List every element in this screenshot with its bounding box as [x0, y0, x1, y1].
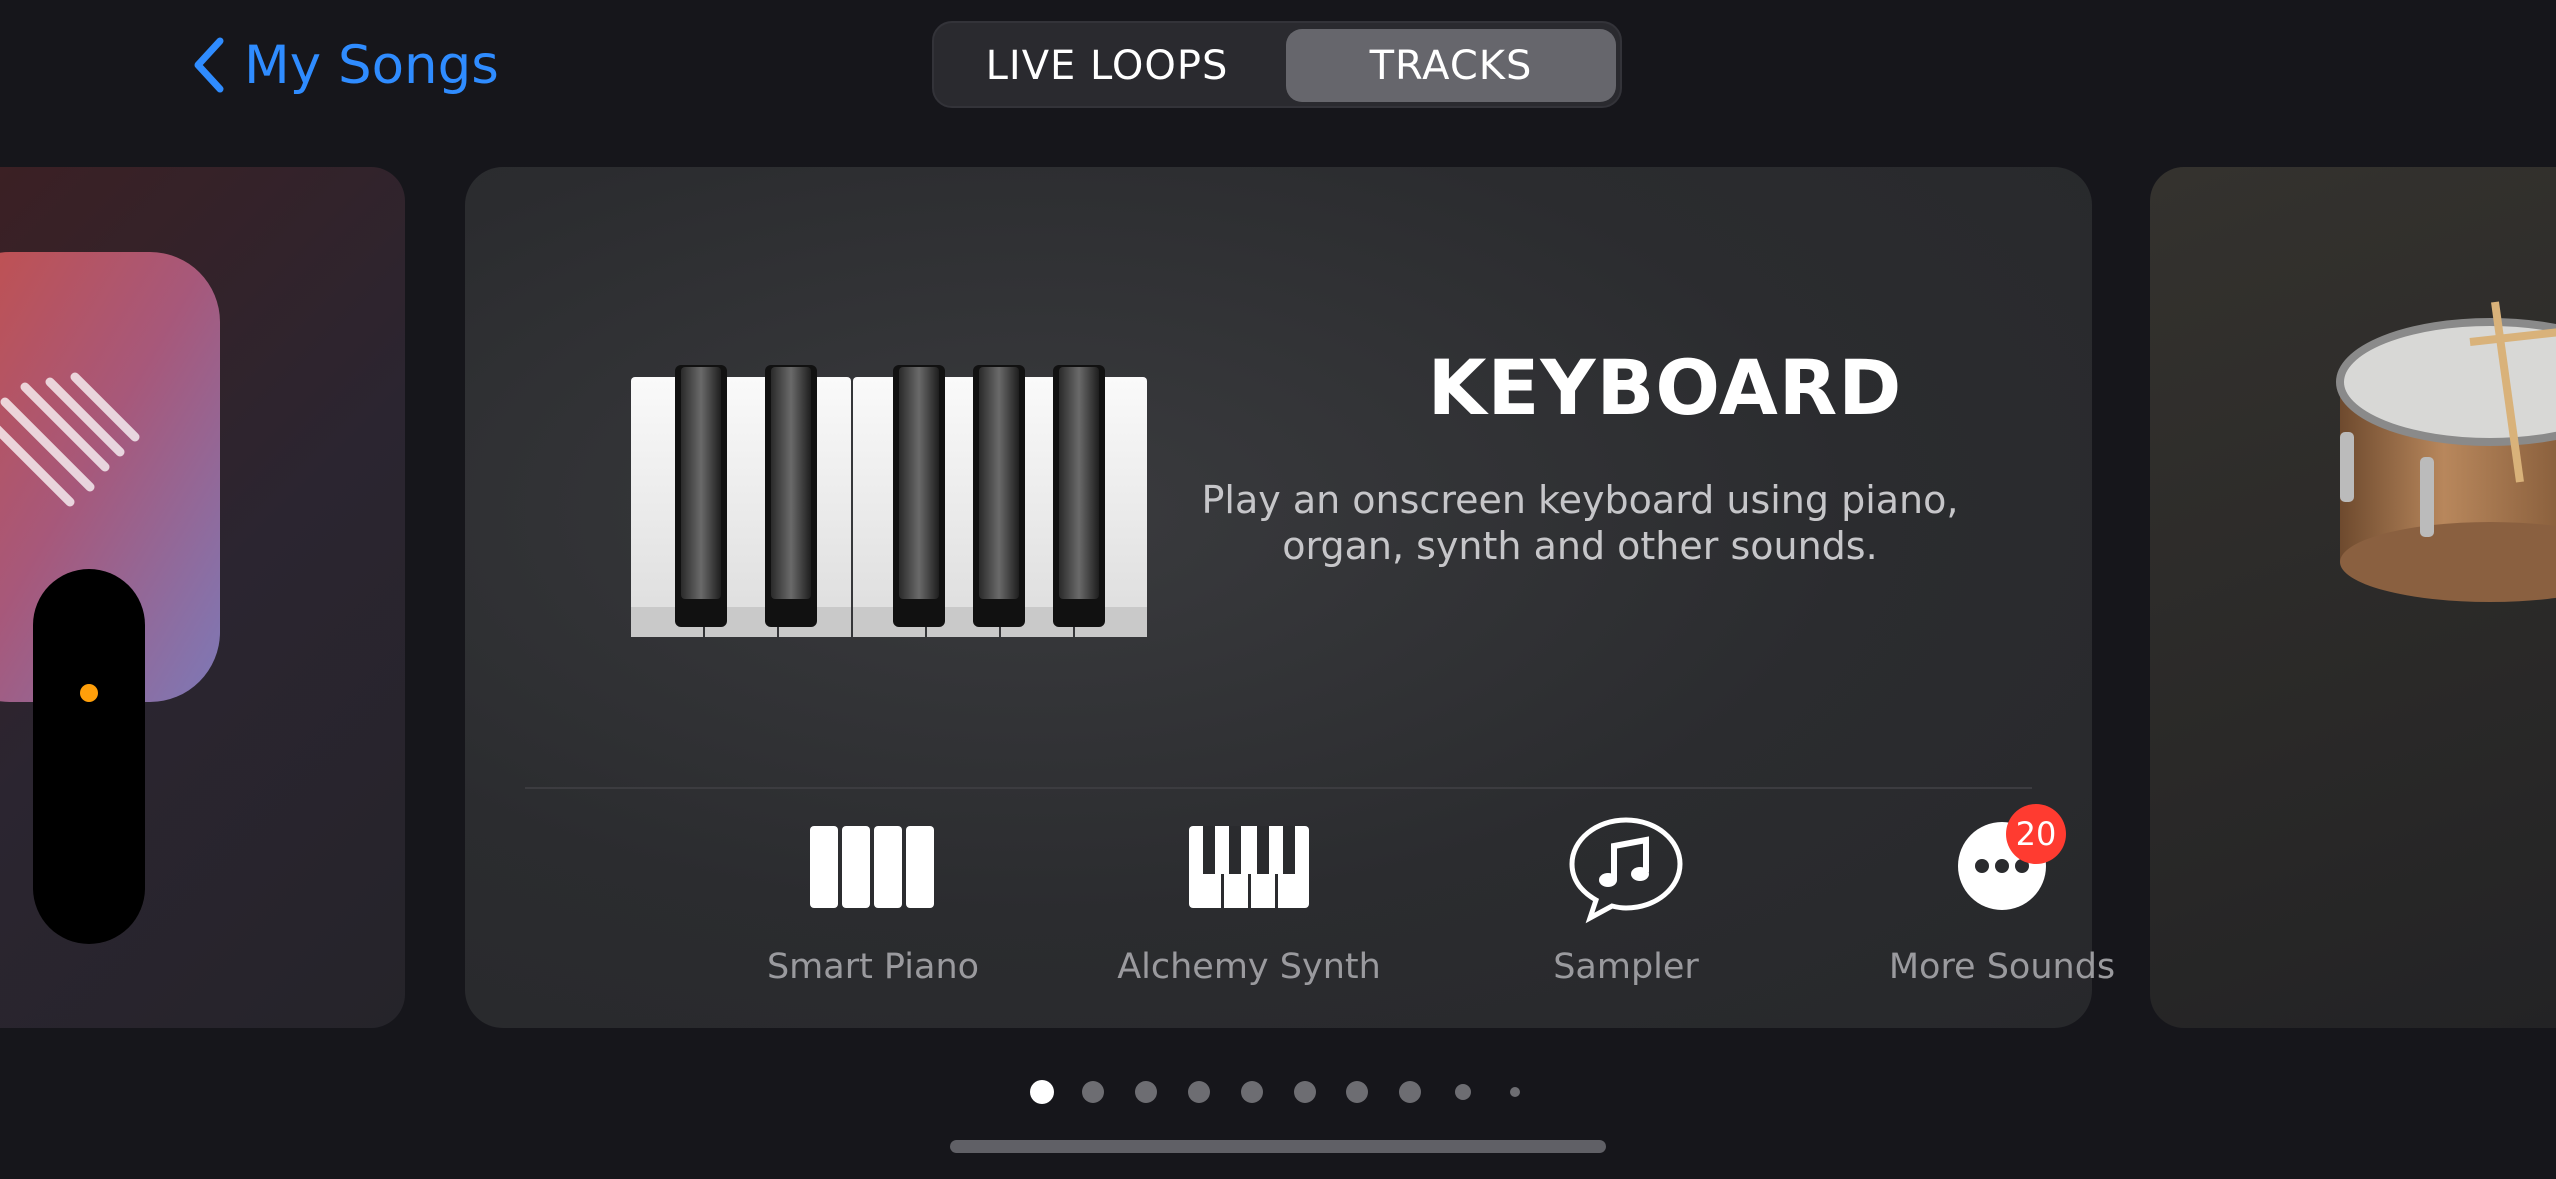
recording-indicator [33, 569, 145, 944]
recording-dot-icon [80, 684, 98, 702]
instrument-label: More Sounds [1888, 947, 2116, 987]
back-button-label: My Songs [244, 34, 499, 96]
tab-tracks[interactable]: TRACKS [1286, 29, 1616, 102]
tab-live-loops[interactable]: LIVE LOOPS [942, 29, 1272, 102]
instrument-card-keyboard[interactable]: KEYBOARD Play an onscreen keyboard using… [465, 167, 2115, 1028]
instrument-card-previous[interactable] [0, 167, 405, 1028]
back-button[interactable]: My Songs [190, 30, 499, 100]
instrument-label: Alchemy Synth [1117, 947, 1381, 987]
page-dot[interactable] [1346, 1081, 1368, 1103]
chevron-left-icon [194, 37, 224, 93]
instrument-label: Sampler [1553, 947, 1699, 987]
instrument-alchemy-synth[interactable]: Alchemy Synth [1089, 822, 1409, 1002]
drum-icon [2336, 301, 2556, 602]
smart-piano-icon [810, 826, 934, 908]
page-indicator [1000, 1078, 1560, 1108]
page-dot[interactable] [1188, 1081, 1210, 1103]
page-dot[interactable] [1510, 1087, 1520, 1097]
piano-keys-icon [631, 365, 1147, 637]
instrument-smart-piano[interactable]: Smart Piano [713, 822, 1033, 1002]
instrument-sampler[interactable]: Sampler [1466, 817, 1786, 1002]
divider [525, 787, 2032, 789]
card-title: KEYBOARD [1427, 343, 1903, 432]
page-dot[interactable] [1455, 1084, 1471, 1100]
page-dot[interactable] [1294, 1081, 1316, 1103]
view-segmented-control: LIVE LOOPS TRACKS [932, 21, 1622, 108]
alchemy-synth-icon [1189, 826, 1309, 908]
garageband-sound-browser: My Songs LIVE LOOPS TRACKS KEYBOARD Play… [0, 0, 2556, 1179]
card-description: Play an onscreen keyboard using piano, o… [1201, 478, 1959, 568]
home-indicator[interactable] [950, 1140, 1606, 1153]
page-dot[interactable] [1399, 1081, 1421, 1103]
page-dot[interactable] [1241, 1081, 1263, 1103]
page-dot[interactable] [1135, 1081, 1157, 1103]
instrument-card-next[interactable] [2150, 167, 2556, 1028]
instrument-more-sounds[interactable]: 20 More Sounds [1842, 804, 2162, 1002]
page-dot-active[interactable] [1030, 1080, 1054, 1104]
instrument-label: Smart Piano [766, 947, 980, 987]
sampler-icon [1569, 817, 1683, 924]
notification-badge: 20 [2006, 804, 2066, 864]
page-dot[interactable] [1082, 1081, 1104, 1103]
